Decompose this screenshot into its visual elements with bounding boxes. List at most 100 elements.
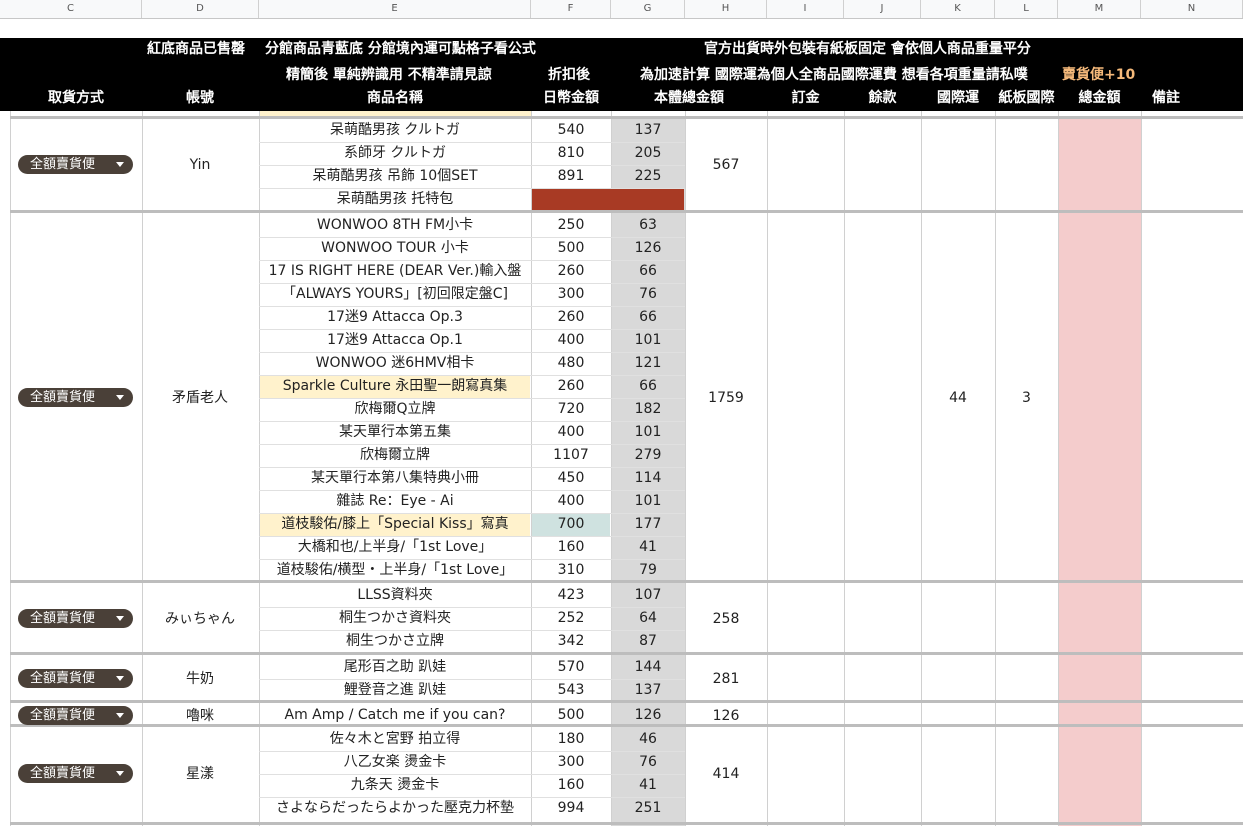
jpy-amount[interactable]: 310 xyxy=(531,559,611,582)
column-letter-h[interactable]: H xyxy=(685,0,767,18)
twd-amount[interactable]: 46 xyxy=(611,728,685,751)
jpy-amount[interactable]: 400 xyxy=(531,329,611,352)
jpy-amount[interactable]: 180 xyxy=(531,728,611,751)
column-letter-c[interactable]: C xyxy=(0,0,142,18)
account-name[interactable]: 牛奶 xyxy=(142,669,258,689)
twd-amount[interactable]: 114 xyxy=(611,467,685,490)
jpy-amount[interactable]: 540 xyxy=(531,119,611,142)
product-name[interactable]: 17迷9 Attacca Op.3 xyxy=(260,306,530,329)
twd-amount[interactable]: 182 xyxy=(611,398,685,421)
product-name[interactable]: WONWOO TOUR 小卡 xyxy=(260,237,530,260)
column-letter-f[interactable]: F xyxy=(531,0,611,18)
product-name[interactable]: 呆萌酷男孩 クルトガ xyxy=(260,119,530,142)
jpy-amount[interactable]: 260 xyxy=(531,306,611,329)
jpy-amount[interactable]: 160 xyxy=(531,774,611,797)
twd-amount[interactable]: 76 xyxy=(611,283,685,306)
product-name[interactable]: 欣梅爾立牌 xyxy=(260,444,530,467)
jpy-amount[interactable]: 160 xyxy=(531,536,611,559)
product-name[interactable]: 鯉登音之進 趴娃 xyxy=(260,679,530,702)
board-intl-amount[interactable]: 3 xyxy=(995,387,1058,410)
twd-amount[interactable]: 225 xyxy=(611,165,685,188)
jpy-amount[interactable]: 300 xyxy=(531,283,611,306)
jpy-amount[interactable]: 500 xyxy=(531,704,611,727)
account-name[interactable]: 星漾 xyxy=(142,764,258,784)
product-name[interactable]: 17 IS RIGHT HERE (DEAR Ver.)輸入盤 xyxy=(260,260,530,283)
product-name[interactable]: さよならだったらよかった壓克力杯墊 xyxy=(260,797,530,820)
column-letter-e[interactable]: E xyxy=(259,0,531,18)
product-name[interactable]: 佐々木と宮野 拍立得 xyxy=(260,728,530,751)
twd-amount[interactable]: 76 xyxy=(611,751,685,774)
twd-amount[interactable]: 121 xyxy=(611,352,685,375)
twd-amount[interactable]: 205 xyxy=(611,142,685,165)
product-name[interactable]: Sparkle Culture 永田聖一朗寫真集 xyxy=(260,375,530,398)
twd-amount[interactable]: 107 xyxy=(611,584,685,607)
product-name[interactable]: 呆萌酷男孩 托特包 xyxy=(260,188,530,211)
jpy-amount[interactable]: 252 xyxy=(531,607,611,630)
base-total-amount[interactable]: 126 xyxy=(685,706,767,726)
account-name[interactable]: 嚕咪 xyxy=(142,706,258,726)
jpy-amount[interactable]: 480 xyxy=(531,352,611,375)
product-name[interactable]: 大橋和也/上半身/「1st Love」 xyxy=(260,536,530,559)
twd-amount[interactable]: 144 xyxy=(611,656,685,679)
jpy-amount[interactable]: 500 xyxy=(531,237,611,260)
jpy-amount[interactable]: 891 xyxy=(531,165,611,188)
jpy-amount[interactable]: 543 xyxy=(531,679,611,702)
jpy-amount[interactable]: 450 xyxy=(531,467,611,490)
pickup-method-dropdown[interactable]: 全額賣貨便 xyxy=(18,608,133,628)
jpy-amount[interactable]: 994 xyxy=(531,797,611,820)
jpy-amount[interactable]: 423 xyxy=(531,584,611,607)
product-name[interactable]: 某天單行本第五集 xyxy=(260,421,530,444)
base-total-amount[interactable]: 281 xyxy=(685,669,767,689)
twd-amount[interactable]: 41 xyxy=(611,774,685,797)
column-letter-n[interactable]: N xyxy=(1141,0,1243,18)
twd-amount[interactable]: 137 xyxy=(611,679,685,702)
jpy-amount[interactable]: 400 xyxy=(531,490,611,513)
jpy-amount[interactable]: 260 xyxy=(531,260,611,283)
twd-amount[interactable]: 279 xyxy=(611,444,685,467)
column-letter-l[interactable]: L xyxy=(995,0,1058,18)
product-name[interactable]: 17迷9 Attacca Op.1 xyxy=(260,329,530,352)
twd-amount[interactable]: 126 xyxy=(611,704,685,727)
pickup-method-dropdown[interactable]: 全額賣貨便 xyxy=(18,669,133,688)
column-letter-k[interactable]: K xyxy=(921,0,995,18)
twd-amount[interactable]: 101 xyxy=(611,490,685,513)
product-name[interactable]: WONWOO 8TH FM小卡 xyxy=(260,214,530,237)
product-name[interactable]: WONWOO 迷6HMV相卡 xyxy=(260,352,530,375)
base-total-amount[interactable]: 1759 xyxy=(685,388,767,408)
account-name[interactable]: Yin xyxy=(142,155,258,175)
pickup-method-dropdown[interactable]: 全額賣貨便 xyxy=(18,388,133,407)
twd-amount[interactable]: 66 xyxy=(611,306,685,329)
column-letter-m[interactable]: M xyxy=(1058,0,1141,18)
twd-amount[interactable]: 126 xyxy=(611,237,685,260)
jpy-amount[interactable]: 1107 xyxy=(531,444,611,467)
jpy-amount[interactable]: 810 xyxy=(531,142,611,165)
jpy-amount[interactable]: 700 xyxy=(531,513,611,536)
product-name[interactable]: 九条天 燙金卡 xyxy=(260,774,530,797)
twd-amount[interactable]: 101 xyxy=(611,329,685,352)
twd-amount[interactable]: 101 xyxy=(611,421,685,444)
twd-amount[interactable]: 66 xyxy=(611,260,685,283)
column-letter-d[interactable]: D xyxy=(142,0,259,18)
twd-amount[interactable] xyxy=(611,188,685,211)
twd-amount[interactable]: 87 xyxy=(611,630,685,653)
product-name[interactable]: 八乙女楽 燙金卡 xyxy=(260,751,530,774)
product-name[interactable]: Am Amp / Catch me if you can? xyxy=(260,704,530,727)
product-name[interactable]: 桐生つかさ立牌 xyxy=(260,630,530,653)
column-letter-i[interactable]: I xyxy=(767,0,844,18)
product-name[interactable]: 某天單行本第八集特典小冊 xyxy=(260,467,530,490)
base-total-amount[interactable]: 258 xyxy=(685,609,767,629)
product-name[interactable]: 道枝駿佑/膝上「Special Kiss」寫真 xyxy=(260,513,530,536)
twd-amount[interactable]: 177 xyxy=(611,513,685,536)
jpy-amount[interactable]: 720 xyxy=(531,398,611,421)
twd-amount[interactable]: 137 xyxy=(611,119,685,142)
jpy-amount[interactable]: 260 xyxy=(531,375,611,398)
pickup-method-dropdown[interactable]: 全額賣貨便 xyxy=(18,705,133,725)
account-name[interactable]: 矛盾老人 xyxy=(142,388,258,408)
product-name[interactable]: 雜誌 Re：Eye - Ai xyxy=(260,490,530,513)
product-name[interactable]: 桐生つかさ資料夾 xyxy=(260,607,530,630)
base-total-amount[interactable]: 414 xyxy=(685,764,767,784)
jpy-amount[interactable] xyxy=(531,188,611,211)
product-name[interactable]: 系師牙 クルトガ xyxy=(260,142,530,165)
product-name[interactable]: 呆萌酷男孩 吊飾 10個SET xyxy=(260,165,530,188)
twd-amount[interactable]: 251 xyxy=(611,797,685,820)
